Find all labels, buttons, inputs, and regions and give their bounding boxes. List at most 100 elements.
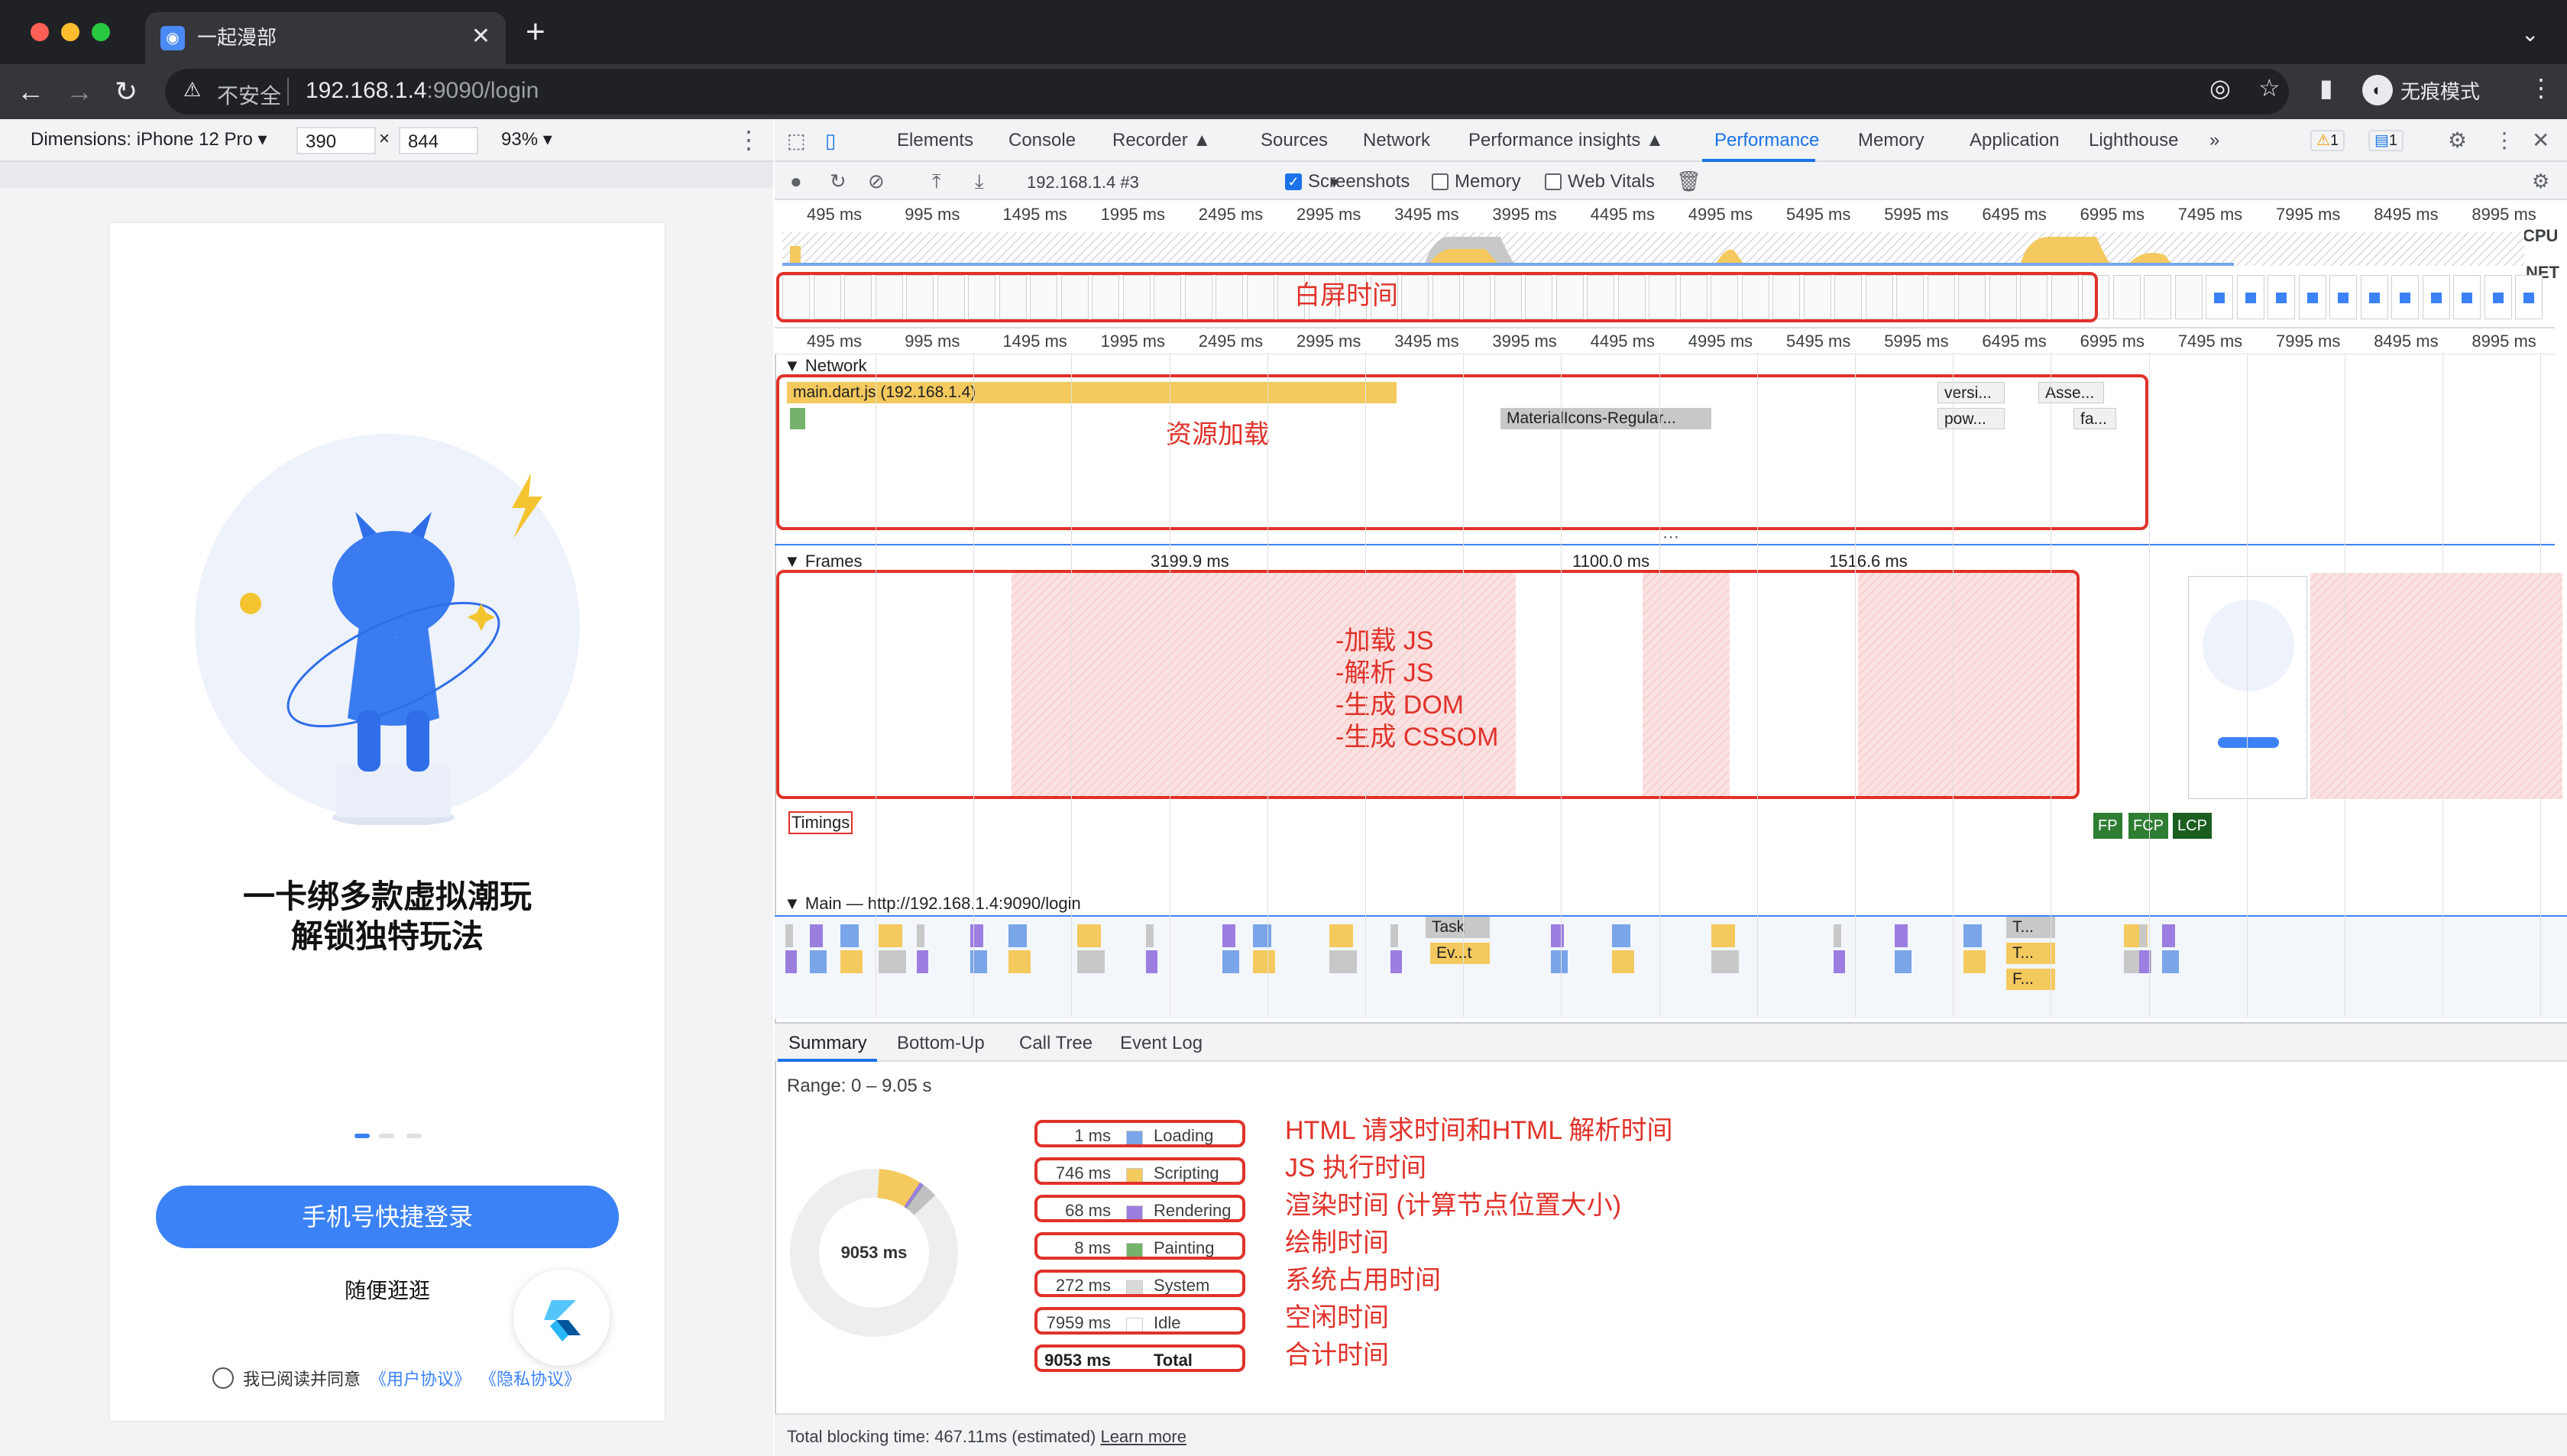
flame-slice[interactable] [1711,924,1735,947]
privacy-policy-link[interactable]: 《隐私协议》 [480,1366,581,1390]
device-more-icon[interactable]: ⋮ [736,125,761,154]
flame-slice[interactable] [1834,950,1845,973]
fp-marker[interactable]: FP [2093,813,2122,839]
flame-slice[interactable] [1551,950,1568,973]
event-block[interactable]: Ev...t [1430,943,1490,964]
forward-icon[interactable]: → [66,75,93,108]
screenshot-frame[interactable] [2329,275,2357,319]
memory-checkbox[interactable]: Memory [1432,171,1521,193]
flame-slice[interactable] [1551,924,1564,947]
maximize-window-button[interactable] [92,23,110,41]
tab-call-tree[interactable]: Call Tree [1019,1033,1093,1054]
flame-slice[interactable] [1711,950,1739,973]
user-agreement-link[interactable]: 《用户协议》 [370,1366,471,1390]
flame-slice[interactable] [1329,950,1357,973]
webvitals-checkbox[interactable]: Web Vitals [1545,171,1655,193]
screenshot-frame[interactable] [2174,275,2203,319]
flame-slice[interactable] [1008,950,1031,973]
flame-slice[interactable] [917,950,928,973]
zoom-select[interactable]: 93% ▾ [501,128,552,150]
flame-slice[interactable] [1146,924,1154,947]
tab-recorder[interactable]: Recorder ▲ [1112,130,1211,151]
frame-screenshot-thumbnail[interactable] [2188,576,2307,799]
bookmark-star-icon[interactable]: ☆ [2258,73,2281,102]
clear-icon[interactable]: ⊘ [868,170,885,193]
address-bar[interactable]: ⚠ 不安全 192.168.1.4:9090/login [165,69,2289,115]
tab-bottom-up[interactable]: Bottom-Up [897,1033,985,1054]
tab-performance[interactable]: Performance [1714,130,1819,151]
main-thread-label[interactable]: ▼ Main — http://192.168.1.4:9090/login [784,894,1081,914]
reload-profile-icon[interactable]: ↻ [830,170,846,193]
browser-tab[interactable]: ◉ 一起漫部 ✕ [145,12,506,64]
eye-off-icon[interactable]: ◎ [2209,73,2231,102]
task-block[interactable]: T... [2006,917,2055,938]
network-track-label[interactable]: ▼ Network [784,356,867,376]
screenshot-frame[interactable] [2206,275,2233,319]
flame-slice[interactable] [2139,924,2147,947]
flame-slice[interactable] [970,924,983,947]
more-tabs-icon[interactable]: » [2209,130,2219,151]
screenshot-frame[interactable] [2391,275,2419,319]
close-window-button[interactable] [31,23,49,41]
flame-slice[interactable] [1834,924,1841,947]
flame-slice[interactable] [1077,950,1105,973]
tab-application[interactable]: Application [1970,130,2059,151]
tab-elements[interactable]: Elements [897,130,973,151]
back-icon[interactable]: ← [17,75,44,108]
flame-slice[interactable] [1612,924,1630,947]
tab-event-log[interactable]: Event Log [1120,1033,1203,1054]
screenshots-checkbox[interactable]: ✓ Screenshots [1285,171,1410,193]
browser-menu-icon[interactable]: ⋮ [2529,73,2553,102]
devtools-menu-icon[interactable]: ⋮ [2494,130,2515,151]
phone-login-button[interactable]: 手机号快捷登录 [156,1186,619,1248]
flame-slice[interactable] [2162,924,2175,947]
reload-icon[interactable]: ↻ [115,75,138,108]
message-badge[interactable]: ▤1 [2368,130,2404,151]
timings-track-label[interactable]: Timings [788,811,853,834]
screenshot-frame[interactable] [2144,275,2171,319]
carousel-dot[interactable] [406,1134,422,1138]
flame-slice[interactable] [810,924,823,947]
device-width-input[interactable]: 390 [296,127,376,154]
inspect-icon[interactable]: ⬚ [787,130,806,151]
flame-slice[interactable] [1146,950,1157,973]
close-devtools-icon[interactable]: ✕ [2532,130,2549,151]
screenshot-frame[interactable] [2236,275,2264,319]
device-select[interactable]: Dimensions: iPhone 12 Pro ▾ [31,128,267,150]
flame-slice[interactable] [1222,924,1235,947]
carousel-dot-active[interactable] [354,1134,370,1138]
tab-console[interactable]: Console [1008,130,1076,151]
url-text[interactable]: 192.168.1.4:9090/login [306,78,539,104]
flame-slice[interactable] [1008,924,1027,947]
flame-slice[interactable] [879,924,902,947]
lcp-marker[interactable]: LCP [2173,813,2212,839]
function-block[interactable]: F... [2006,969,2055,990]
tab-memory[interactable]: Memory [1858,130,1924,151]
screenshot-frame[interactable] [2360,275,2388,319]
flame-slice[interactable] [1077,924,1101,947]
flame-slice[interactable] [1253,924,1271,947]
screenshot-frame[interactable] [2484,275,2512,319]
flame-slice[interactable] [2162,950,2179,973]
tab-lighthouse[interactable]: Lighthouse [2089,130,2178,151]
warning-badge[interactable]: ⚠1 [2310,130,2345,151]
dropped-frame[interactable] [2310,573,2562,799]
record-icon[interactable]: ● [790,170,802,193]
garbage-collect-icon[interactable]: 🗑 [1676,170,1701,193]
screenshot-frame[interactable] [2515,275,2543,319]
flame-slice[interactable] [1895,924,1908,947]
flutter-logo-button[interactable] [513,1270,610,1366]
minimize-window-button[interactable] [61,23,79,41]
screenshot-frame[interactable] [2422,275,2450,319]
flame-slice[interactable] [785,924,793,947]
flame-slice[interactable] [879,950,906,973]
flame-slice[interactable] [1329,924,1353,947]
tab-network[interactable]: Network [1363,130,1430,151]
tab-performance-insights[interactable]: Performance insights ▲ [1468,130,1664,151]
close-tab-icon[interactable]: ✕ [471,23,490,50]
task-block[interactable]: Task [1426,917,1490,938]
learn-more-link[interactable]: Learn more [1100,1427,1186,1446]
screenshot-frame[interactable] [2112,275,2141,319]
flame-slice[interactable] [840,950,863,973]
flame-slice[interactable] [1390,950,1402,973]
